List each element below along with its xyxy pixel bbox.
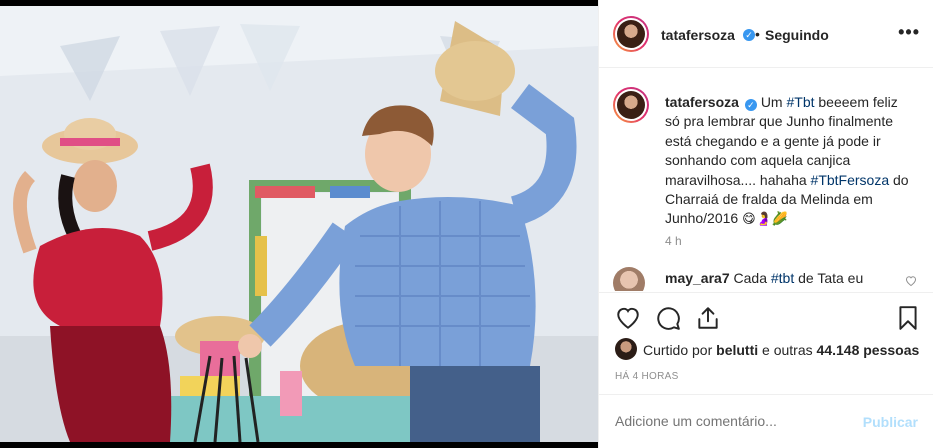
post-actions-bar	[599, 292, 933, 342]
commenter-avatar[interactable]	[613, 267, 645, 291]
comment-input[interactable]	[615, 413, 835, 429]
likes-count[interactable]: 44.148 pessoas	[817, 342, 920, 358]
post-caption: tatafersoza ✓ Um #Tbt beeeem feliz só pra…	[665, 93, 915, 230]
comment-item: may_ara7 Cada #tbt de Tata eu	[613, 265, 923, 291]
comment-icon[interactable]	[655, 305, 681, 331]
comments-section[interactable]: tatafersoza ✓ Um #Tbt beeeem feliz só pra…	[599, 69, 933, 291]
verified-badge-icon: ✓	[744, 99, 757, 111]
hashtag-link[interactable]: #Tbt	[786, 94, 814, 110]
caption-author-avatar[interactable]	[613, 87, 649, 123]
comment-body: de Tata eu	[794, 270, 864, 286]
post-side-panel: tatafersoza ✓ • Seguindo ••• tatafersoza…	[598, 0, 933, 448]
comment-text: may_ara7 Cada #tbt de Tata eu	[665, 270, 863, 286]
photo-scene	[0, 6, 598, 442]
separator-dot: •	[755, 26, 760, 42]
share-icon[interactable]	[695, 305, 721, 331]
caption-text: Um	[760, 94, 787, 110]
add-comment-bar: Publicar	[599, 394, 933, 448]
comment-heart-icon[interactable]	[905, 275, 917, 287]
verified-badge-icon: ✓	[743, 29, 755, 41]
instagram-post-modal: tatafersoza ✓ • Seguindo ••• tatafersoza…	[0, 0, 933, 448]
caption-time[interactable]: 4 h	[665, 234, 682, 248]
more-icon[interactable]: •••	[898, 22, 920, 43]
author-username[interactable]: tatafersoza	[661, 27, 735, 43]
following-button[interactable]: Seguindo	[765, 27, 829, 43]
commenter-username[interactable]: may_ara7	[665, 270, 730, 286]
comment-body: Cada	[733, 270, 771, 286]
hashtag-link[interactable]: #tbt	[771, 270, 794, 286]
bookmark-icon[interactable]	[895, 305, 921, 331]
heart-icon[interactable]	[615, 305, 641, 331]
liker-avatar[interactable]	[615, 338, 637, 360]
caption-emojis: 😋🤰🌽	[742, 212, 789, 228]
caption-username[interactable]: tatafersoza	[665, 94, 739, 110]
photo-illustration	[0, 6, 598, 442]
post-photo[interactable]	[0, 0, 598, 448]
hashtag-link[interactable]: #TbtFersoza	[811, 172, 890, 188]
liker-username[interactable]: belutti	[716, 342, 758, 358]
likes-text: Curtido por belutti e outras 44.148 pess…	[643, 342, 919, 358]
post-timestamp[interactable]: HÁ 4 HORAS	[615, 371, 679, 382]
post-header: tatafersoza ✓ • Seguindo •••	[599, 0, 933, 68]
likes-middle: e outras	[758, 342, 817, 358]
publish-button[interactable]: Publicar	[863, 414, 918, 430]
likes-prefix: Curtido por	[643, 342, 717, 358]
author-avatar[interactable]	[613, 16, 649, 52]
